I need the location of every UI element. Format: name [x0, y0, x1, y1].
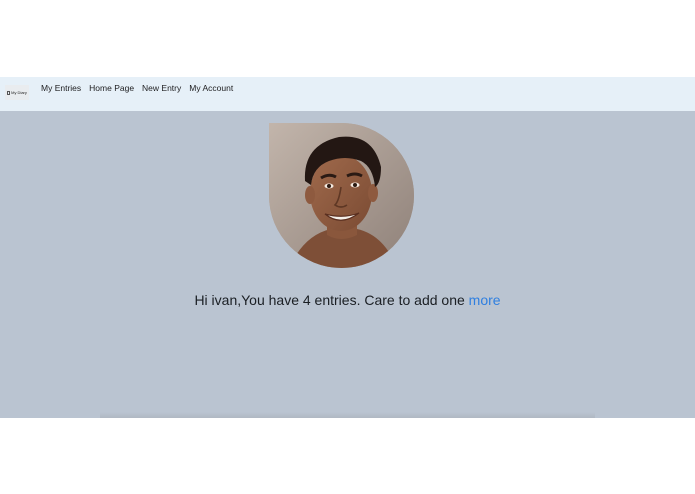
- nav-links: My Entries Home Page New Entry My Accoun…: [41, 83, 233, 93]
- top-navbar: My Diary My Entries Home Page New Entry …: [0, 77, 695, 111]
- nav-my-entries[interactable]: My Entries: [41, 83, 81, 93]
- diary-icon: [7, 90, 11, 95]
- footer-shadow: [100, 412, 595, 418]
- brand-label: My Diary: [11, 90, 27, 95]
- person-portrait-image: [269, 123, 414, 268]
- brand-logo[interactable]: My Diary: [5, 85, 29, 100]
- nav-my-account[interactable]: My Account: [189, 83, 233, 93]
- main-content: Hi ivan,You have 4 entries. Care to add …: [0, 111, 695, 418]
- greeting-text: Hi ivan,You have 4 entries. Care to add …: [0, 292, 695, 308]
- nav-new-entry[interactable]: New Entry: [142, 83, 181, 93]
- nav-home-page[interactable]: Home Page: [89, 83, 134, 93]
- profile-photo: [269, 123, 414, 268]
- greeting-message: Hi ivan,You have 4 entries. Care to add …: [194, 292, 469, 308]
- add-more-link[interactable]: more: [469, 292, 501, 308]
